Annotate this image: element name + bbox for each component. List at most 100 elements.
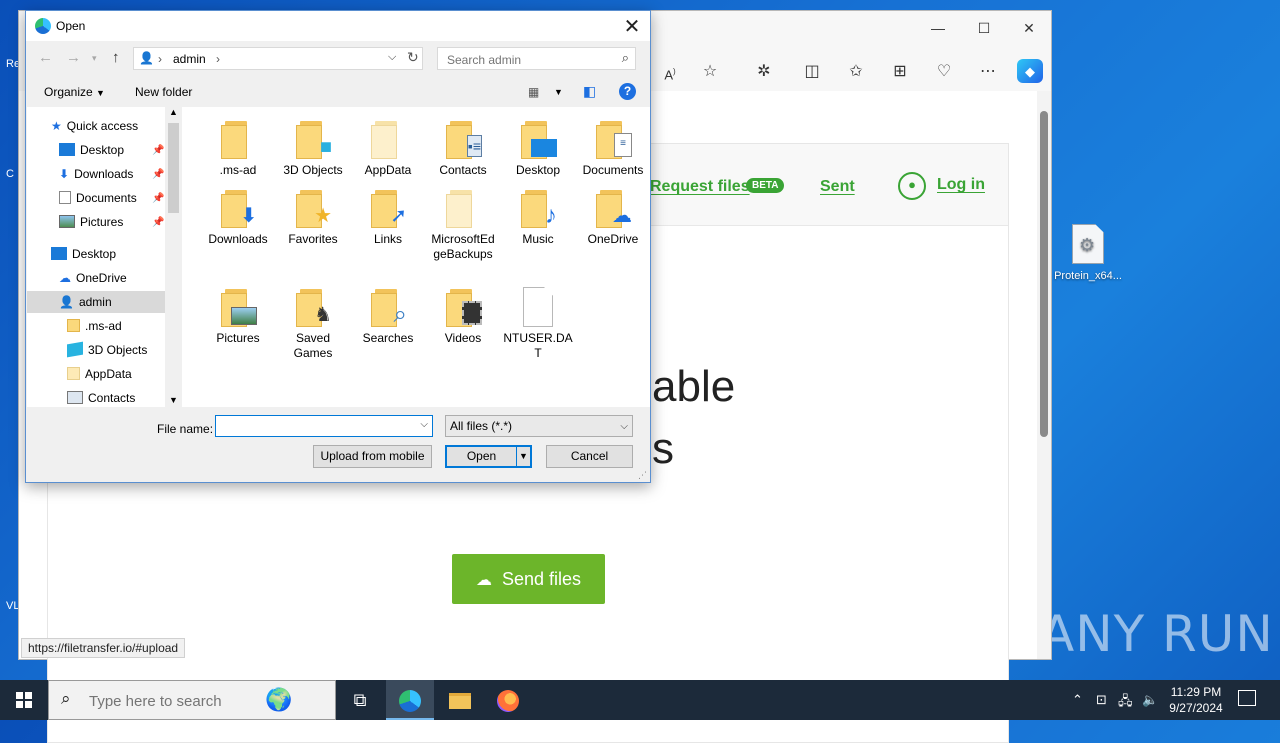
address-bar[interactable]: 👤 › admin › ⌵ ↻ (133, 47, 423, 70)
up-arrow-icon[interactable]: ↑ (112, 49, 120, 66)
scroll-down-icon[interactable]: ▼ (169, 395, 178, 405)
nav-item-desktop[interactable]: Desktop (59, 139, 124, 161)
close-button[interactable]: ✕ (1014, 17, 1044, 39)
file-item-ms-ad[interactable]: .ms-ad (203, 119, 273, 178)
file-item-downloads[interactable]: ⬇ Downloads (203, 188, 273, 247)
cancel-button[interactable]: Cancel (546, 445, 633, 468)
file-item-contacts[interactable]: ▪≡ Contacts (428, 119, 498, 178)
nav-item-quick-access[interactable]: ★ Quick access (51, 115, 138, 137)
search-icon[interactable]: ⌕ (622, 50, 629, 66)
file-item-onedrive[interactable]: ☁ OneDrive (578, 188, 648, 247)
file-item-documents[interactable]: ≡ Documents (578, 119, 648, 178)
favorites-icon[interactable]: ✩ (843, 59, 869, 85)
forward-arrow-icon[interactable]: → (66, 49, 81, 66)
breadcrumb-separator-icon[interactable]: › (216, 52, 220, 66)
back-arrow-icon[interactable]: ← (38, 49, 53, 66)
sent-link[interactable]: Sent (820, 178, 855, 196)
scrollbar-thumb[interactable] (1040, 111, 1048, 437)
volume-icon[interactable]: 🔈 (1142, 692, 1158, 708)
chevron-down-icon[interactable]: ⌵ (620, 417, 628, 437)
new-folder-button[interactable]: New folder (135, 85, 192, 99)
file-item-links[interactable]: ➚ Links (353, 188, 423, 247)
view-dropdown-icon[interactable]: ▼ (554, 87, 563, 97)
file-item-saved-games[interactable]: ♞ Saved Games (278, 287, 348, 361)
send-files-button[interactable]: ☁ Send files (452, 554, 605, 604)
scroll-up-icon[interactable]: ▲ (169, 107, 178, 117)
pin-icon[interactable]: 📌 (152, 193, 164, 204)
pin-icon[interactable]: 📌 (152, 217, 164, 228)
favorite-star-icon[interactable]: ☆ (697, 59, 723, 85)
firefox-icon[interactable] (484, 680, 532, 720)
nav-item-desktop-root[interactable]: Desktop (51, 243, 116, 265)
help-icon[interactable]: ? (619, 83, 636, 100)
extensions-icon[interactable]: ✲ (751, 59, 777, 85)
nav-item-downloads[interactable]: ⬇ Downloads (59, 163, 133, 185)
collections-icon[interactable]: ⊞ (887, 59, 913, 85)
pin-icon[interactable]: 📌 (152, 169, 164, 180)
dropdown-arrow-icon[interactable]: ▼ (516, 447, 530, 466)
organize-button[interactable]: Organize ▼ (44, 85, 105, 99)
watermark-text: ANY RUN (1040, 605, 1274, 663)
nav-item-contacts[interactable]: Contacts (67, 387, 135, 409)
file-name-combobox[interactable]: ⌵ (215, 415, 433, 437)
file-item-favorites[interactable]: ★ Favorites (278, 188, 348, 247)
file-explorer-icon[interactable] (436, 680, 484, 720)
search-box[interactable]: ⌕ (437, 47, 636, 70)
meet-now-icon[interactable]: ⊡ (1096, 692, 1107, 708)
close-icon[interactable]: ✕ (622, 14, 642, 39)
open-button[interactable]: Open ▼ (445, 445, 532, 468)
copilot-icon[interactable]: ◆ (1017, 59, 1043, 83)
pin-icon[interactable]: 📌 (152, 145, 164, 156)
nav-item-documents[interactable]: Documents (59, 187, 137, 209)
minimize-button[interactable]: — (923, 17, 953, 39)
search-input[interactable] (445, 52, 615, 68)
file-name-input[interactable] (220, 417, 410, 435)
login-link[interactable]: Log in (937, 176, 985, 194)
scrollbar-thumb[interactable] (168, 123, 179, 213)
start-button[interactable] (0, 680, 48, 720)
show-hidden-icons-icon[interactable]: ⌃ (1072, 692, 1083, 708)
file-item-desktop[interactable]: Desktop (503, 119, 573, 178)
taskbar-search[interactable]: ⌕ 🌍 (48, 680, 336, 720)
browser-essentials-icon[interactable]: ♡ (931, 59, 957, 85)
maximize-button[interactable]: ☐ (969, 17, 999, 39)
read-aloud-icon[interactable]: A) (657, 59, 683, 85)
file-item-appdata[interactable]: AppData (353, 119, 423, 178)
desktop-file-protein[interactable]: Protein_x64... (1052, 224, 1124, 282)
edge-taskbar-icon[interactable] (386, 680, 434, 720)
network-icon[interactable]: 🖧 (1118, 692, 1133, 714)
nav-pane-scrollbar[interactable]: ▲ ▼ (165, 107, 182, 407)
upload-from-mobile-button[interactable]: Upload from mobile (313, 445, 432, 468)
file-item-ntuser-dat[interactable]: NTUSER.DAT (503, 287, 573, 361)
more-icon[interactable]: ⋯ (975, 59, 1001, 85)
chevron-down-icon[interactable]: ⌵ (388, 51, 396, 64)
nav-item-onedrive[interactable]: ☁ OneDrive (59, 267, 127, 289)
nav-item-3d-objects[interactable]: 3D Objects (67, 339, 147, 361)
taskbar-clock[interactable]: 11:29 PM 9/27/2024 (1158, 684, 1234, 716)
nav-item-admin[interactable]: 👤 admin (27, 291, 165, 313)
task-view-icon[interactable]: ⧉ (336, 680, 384, 720)
file-item-searches[interactable]: ⌕ Searches (353, 287, 423, 346)
split-screen-icon[interactable]: ◫ (799, 59, 825, 85)
refresh-icon[interactable]: ↻ (407, 49, 419, 66)
user-icon[interactable]: ● (898, 172, 926, 200)
taskbar-search-input[interactable] (87, 692, 257, 711)
file-type-select[interactable]: All files (*.*) ⌵ (445, 415, 633, 437)
page-scrollbar[interactable] (1037, 91, 1051, 659)
nav-item-ms-ad[interactable]: .ms-ad (67, 315, 122, 337)
nav-item-appdata[interactable]: AppData (67, 363, 132, 385)
chevron-down-icon[interactable]: ⌵ (420, 419, 428, 430)
view-options-icon[interactable]: ▦ (528, 85, 539, 99)
resize-grip-icon[interactable]: ⋰ (638, 470, 647, 481)
file-item-videos[interactable]: Videos (428, 287, 498, 346)
file-item-pictures[interactable]: Pictures (203, 287, 273, 346)
preview-pane-icon[interactable]: ◧ (583, 83, 596, 100)
recent-locations-icon[interactable]: ▾ (92, 53, 97, 64)
request-files-link[interactable]: Request files (650, 178, 750, 196)
notification-icon[interactable] (1238, 690, 1256, 706)
breadcrumb-admin[interactable]: admin (173, 52, 206, 66)
file-item-microsoftedgebackups[interactable]: MicrosoftEdgeBackups (428, 188, 498, 262)
file-item-3d-objects[interactable]: ■ 3D Objects (278, 119, 348, 178)
nav-item-pictures[interactable]: Pictures (59, 211, 123, 233)
file-item-music[interactable]: ♪ Music (503, 188, 573, 247)
